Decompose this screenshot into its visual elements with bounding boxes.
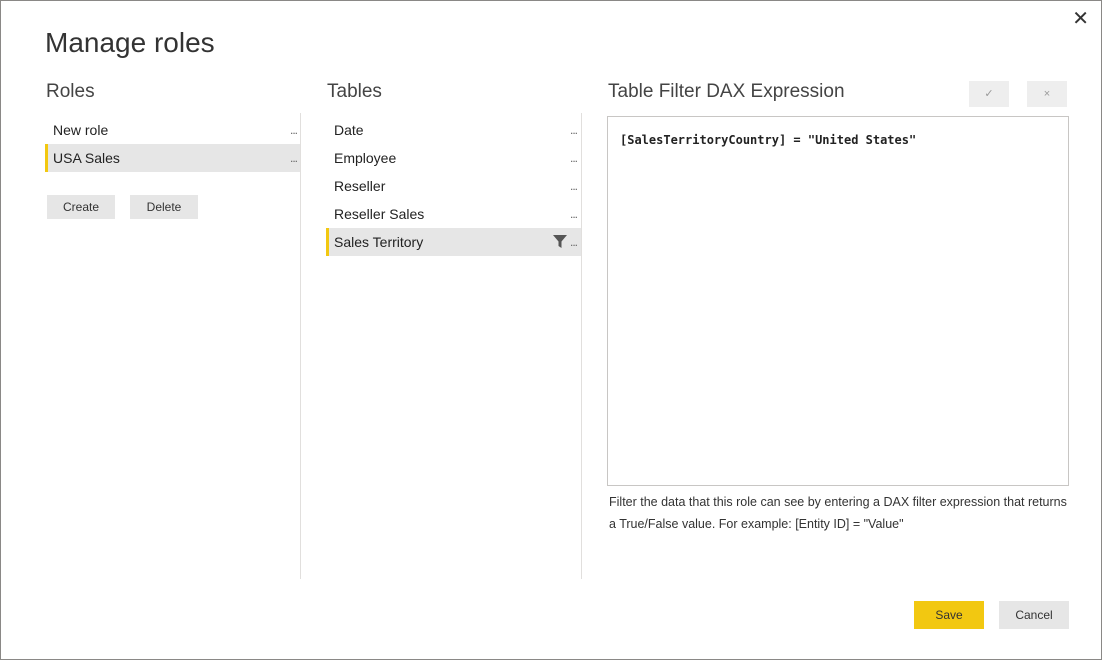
cancel-button[interactable]: Cancel [999, 601, 1069, 629]
table-item-reseller[interactable]: Reseller ... [326, 172, 581, 200]
table-item-date[interactable]: Date ... [326, 116, 581, 144]
more-options-icon[interactable]: ... [570, 200, 578, 228]
table-item-label: Reseller Sales [334, 206, 425, 222]
role-item-label: USA Sales [53, 150, 120, 166]
more-options-icon[interactable]: ... [290, 144, 298, 172]
table-item-label: Date [334, 122, 364, 138]
tables-header: Tables [327, 81, 382, 102]
dax-header: Table Filter DAX Expression [608, 81, 845, 102]
role-item-new-role[interactable]: New role ... [45, 116, 301, 144]
delete-role-button[interactable]: Delete [130, 195, 198, 219]
dax-hint-text: Filter the data that this role can see b… [609, 495, 1067, 531]
dax-expression-editor[interactable]: [SalesTerritoryCountry] = "United States… [607, 116, 1069, 486]
table-item-employee[interactable]: Employee ... [326, 144, 581, 172]
more-options-icon[interactable]: ... [570, 172, 578, 200]
more-options-icon[interactable]: ... [570, 228, 578, 256]
dialog-title: Manage roles [45, 27, 215, 58]
save-button[interactable]: Save [914, 601, 984, 629]
more-options-icon[interactable]: ... [290, 116, 298, 144]
discard-expression-button[interactable]: × [1027, 81, 1067, 107]
dax-expression-text: [SalesTerritoryCountry] = "United States… [620, 133, 917, 147]
tables-list: Date ... Employee ... Reseller ... Resel… [326, 116, 581, 256]
more-options-icon[interactable]: ... [570, 144, 578, 172]
table-item-reseller-sales[interactable]: Reseller Sales ... [326, 200, 581, 228]
table-item-label: Employee [334, 150, 397, 166]
roles-list: New role ... USA Sales ... [45, 116, 301, 172]
table-item-sales-territory[interactable]: Sales Territory ... [326, 228, 581, 256]
column-divider [300, 113, 301, 579]
close-icon[interactable]: ✕ [1072, 9, 1089, 29]
table-item-label: Reseller [334, 178, 386, 194]
filter-icon [553, 235, 567, 248]
accept-expression-button[interactable]: ✓ [969, 81, 1009, 107]
table-item-label: Sales Territory [334, 234, 424, 250]
create-role-button[interactable]: Create [47, 195, 115, 219]
role-item-label: New role [53, 122, 109, 138]
more-options-icon[interactable]: ... [570, 116, 578, 144]
role-item-usa-sales[interactable]: USA Sales ... [45, 144, 301, 172]
manage-roles-dialog: ✕ Manage roles Roles New role ... USA Sa… [0, 0, 1102, 660]
roles-header: Roles [46, 81, 95, 102]
column-divider [581, 113, 582, 579]
